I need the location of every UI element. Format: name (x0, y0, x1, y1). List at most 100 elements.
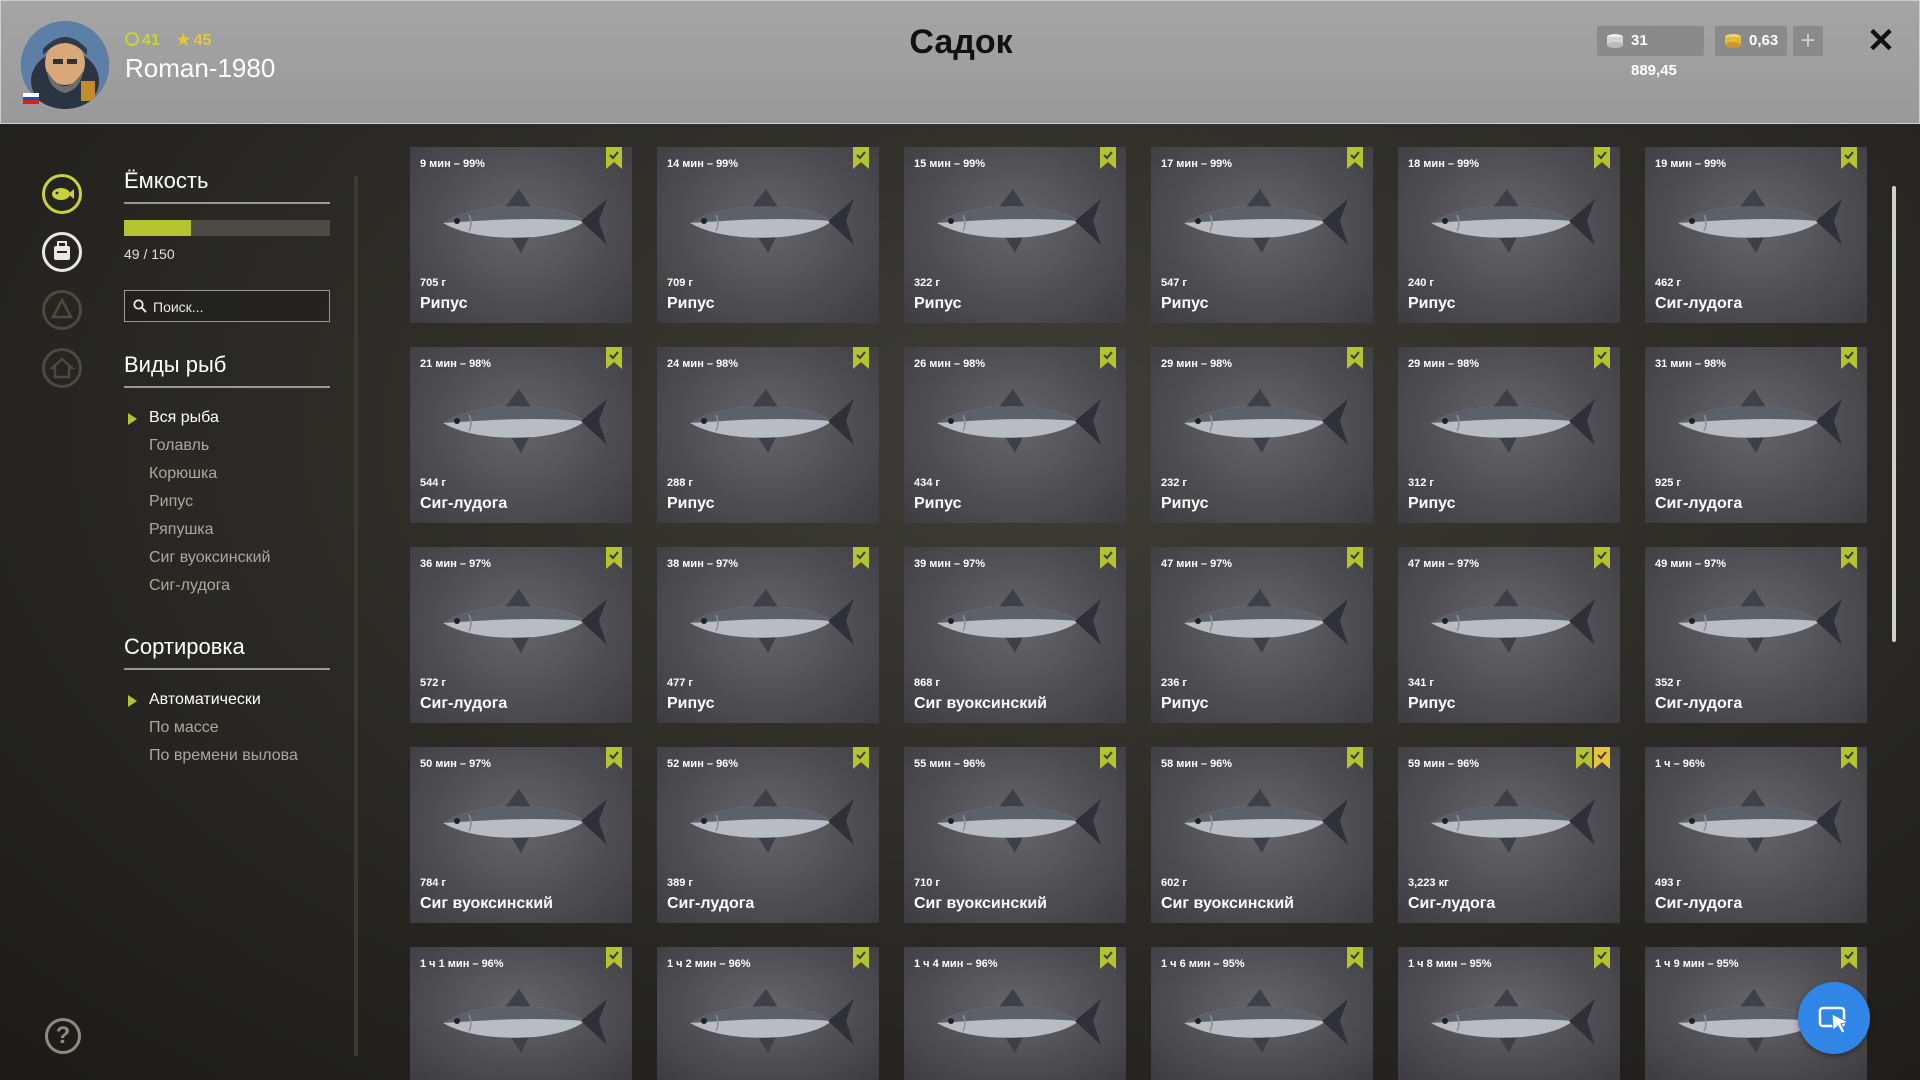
bookmark-icon[interactable] (1576, 747, 1592, 769)
fish-card[interactable]: 36 мин – 97% 572 г Сиг-лудога (410, 547, 632, 723)
bookmark-icon[interactable] (606, 547, 622, 569)
cursor-mode-button[interactable] (1798, 982, 1870, 1054)
fish-card[interactable]: 1 ч 4 мин – 96% (904, 947, 1126, 1080)
bookmark-icon[interactable] (1594, 547, 1610, 569)
bookmark-icon[interactable] (1100, 947, 1116, 969)
fish-weight: 493 г (1655, 877, 1681, 889)
bookmark-icon[interactable] (1594, 147, 1610, 169)
bookmark-icon[interactable] (1100, 347, 1116, 369)
bookmark-icon[interactable] (1100, 147, 1116, 169)
species-filter-item[interactable]: Ряпушка (124, 516, 330, 544)
fish-card[interactable]: 52 мин – 96% 389 г Сиг-лудога (657, 747, 879, 923)
silver-balance[interactable]: 31 889,45 (1597, 26, 1704, 79)
bookmark-icon[interactable] (853, 947, 869, 969)
capacity-bar-fill (124, 220, 192, 236)
search-input[interactable] (151, 291, 325, 323)
fish-card[interactable]: 49 мин – 97% 352 г Сиг-лудога (1645, 547, 1867, 723)
bookmark-icon[interactable] (1594, 347, 1610, 369)
fish-card[interactable]: 59 мин – 96% 3,223 кг Сиг-лудога (1398, 747, 1620, 923)
bookmark-icon[interactable] (853, 547, 869, 569)
bookmark-icon[interactable] (1100, 547, 1116, 569)
catch-time-quality: 58 мин – 96% (1161, 758, 1233, 770)
bookmark-icon[interactable] (1841, 147, 1857, 169)
fish-card[interactable]: 15 мин – 99% 322 г Рипус (904, 147, 1126, 323)
fish-species-name: Рипус (420, 295, 468, 312)
species-filter-item[interactable]: Рипус (124, 488, 330, 516)
fish-card[interactable]: 50 мин – 97% 784 г Сиг вуоксинский (410, 747, 632, 923)
sort-option-item[interactable]: Автоматически (124, 686, 330, 714)
fish-card[interactable]: 1 ч 2 мин – 96% (657, 947, 879, 1080)
fish-species-name: Рипус (667, 495, 715, 512)
grid-scrollbar[interactable] (1892, 186, 1896, 642)
sort-option-item[interactable]: По массе (124, 714, 330, 742)
bookmark-icon[interactable] (1347, 347, 1363, 369)
fish-card[interactable]: 21 мин – 98% 544 г Сиг-лудога (410, 347, 632, 523)
add-currency-button[interactable]: + (1793, 26, 1823, 56)
species-filter-item[interactable]: Сиг вуоксинский (124, 544, 330, 572)
fish-card[interactable]: 31 мин – 98% 925 г Сиг-лудога (1645, 347, 1867, 523)
fish-card[interactable]: 1 ч 8 мин – 95% (1398, 947, 1620, 1080)
fish-card[interactable]: 58 мин – 96% 602 г Сиг вуоксинский (1151, 747, 1373, 923)
bookmark-icon[interactable] (1347, 747, 1363, 769)
bookmark-icon[interactable] (606, 147, 622, 169)
fish-species-name: Сиг вуоксинский (1161, 895, 1294, 912)
home-tab-icon[interactable] (42, 348, 82, 388)
fish-species-name: Сиг-лудога (1655, 895, 1743, 912)
fish-keepnet-tab-icon[interactable] (42, 174, 82, 214)
species-filter-item[interactable]: Голавль (124, 432, 330, 460)
fish-image (937, 789, 1101, 853)
species-filter-item[interactable]: Вся рыба (124, 404, 330, 432)
fish-card[interactable]: 1 ч 6 мин – 95% (1151, 947, 1373, 1080)
bookmark-icon[interactable] (606, 347, 622, 369)
bookmark-icon[interactable] (853, 747, 869, 769)
bookmark-icon[interactable] (853, 147, 869, 169)
bookmark-icon[interactable] (1841, 947, 1857, 969)
species-filter-item[interactable]: Сиг-лудога (124, 572, 330, 600)
fish-card[interactable]: 19 мин – 99% 462 г Сиг-лудога (1645, 147, 1867, 323)
fish-card[interactable]: 17 мин – 99% 547 г Рипус (1151, 147, 1373, 323)
fish-card[interactable]: 55 мин – 96% 710 г Сиг вуоксинский (904, 747, 1126, 923)
fish-card[interactable]: 1 ч – 96% 493 г Сиг-лудога (1645, 747, 1867, 923)
fish-card[interactable]: 39 мин – 97% 868 г Сиг вуоксинский (904, 547, 1126, 723)
help-icon[interactable]: ? (45, 1018, 81, 1054)
bookmark-icon[interactable] (1347, 547, 1363, 569)
bookmark-icon[interactable] (606, 947, 622, 969)
fish-card[interactable]: 9 мин – 99% 705 г Рипус (410, 147, 632, 323)
fish-card[interactable]: 47 мин – 97% 341 г Рипус (1398, 547, 1620, 723)
bookmark-icon[interactable] (1841, 747, 1857, 769)
boat-tab-icon[interactable] (42, 290, 82, 330)
sort-option-item[interactable]: По времени вылова (124, 742, 330, 770)
bookmark-icon[interactable] (1347, 947, 1363, 969)
fish-card[interactable]: 24 мин – 98% 288 г Рипус (657, 347, 879, 523)
bookmark-icon[interactable] (1100, 747, 1116, 769)
fish-card[interactable]: 38 мин – 97% 477 г Рипус (657, 547, 879, 723)
catch-time-quality: 1 ч 2 мин – 96% (667, 958, 751, 970)
player-level: 41 ★ 45 (125, 30, 211, 50)
catch-time-quality: 19 мин – 99% (1655, 158, 1727, 170)
fish-card[interactable]: 29 мин – 98% 232 г Рипус (1151, 347, 1373, 523)
bookmark-icon[interactable] (1841, 547, 1857, 569)
search-box[interactable] (124, 290, 330, 323)
close-button[interactable]: ✕ (1865, 23, 1897, 59)
bookmark-icon[interactable] (606, 747, 622, 769)
fish-species-name: Сиг-лудога (1655, 495, 1743, 512)
fish-card[interactable]: 26 мин – 98% 434 г Рипус (904, 347, 1126, 523)
fish-card[interactable]: 14 мин – 99% 709 г Рипус (657, 147, 879, 323)
panel-divider (354, 176, 358, 1056)
bookmark-icon[interactable] (1841, 347, 1857, 369)
fish-card[interactable]: 18 мин – 99% 240 г Рипус (1398, 147, 1620, 323)
fish-weight: 868 г (914, 677, 940, 689)
fish-card[interactable]: 47 мин – 97% 236 г Рипус (1151, 547, 1373, 723)
gold-balance[interactable]: 0,63 (1715, 26, 1787, 56)
bookmark-icon[interactable] (853, 347, 869, 369)
fish-card[interactable]: 1 ч 1 мин – 96% (410, 947, 632, 1080)
bookmark-icon[interactable] (1347, 147, 1363, 169)
bait-box-tab-icon[interactable] (42, 232, 82, 272)
selected-arrow-icon (128, 413, 137, 425)
species-filter-item[interactable]: Корюшка (124, 460, 330, 488)
bookmark-icon[interactable] (1594, 747, 1610, 769)
fish-card[interactable]: 29 мин – 98% 312 г Рипус (1398, 347, 1620, 523)
fish-image (937, 389, 1101, 453)
bookmark-icon[interactable] (1594, 947, 1610, 969)
fish-species-name: Рипус (1161, 495, 1209, 512)
